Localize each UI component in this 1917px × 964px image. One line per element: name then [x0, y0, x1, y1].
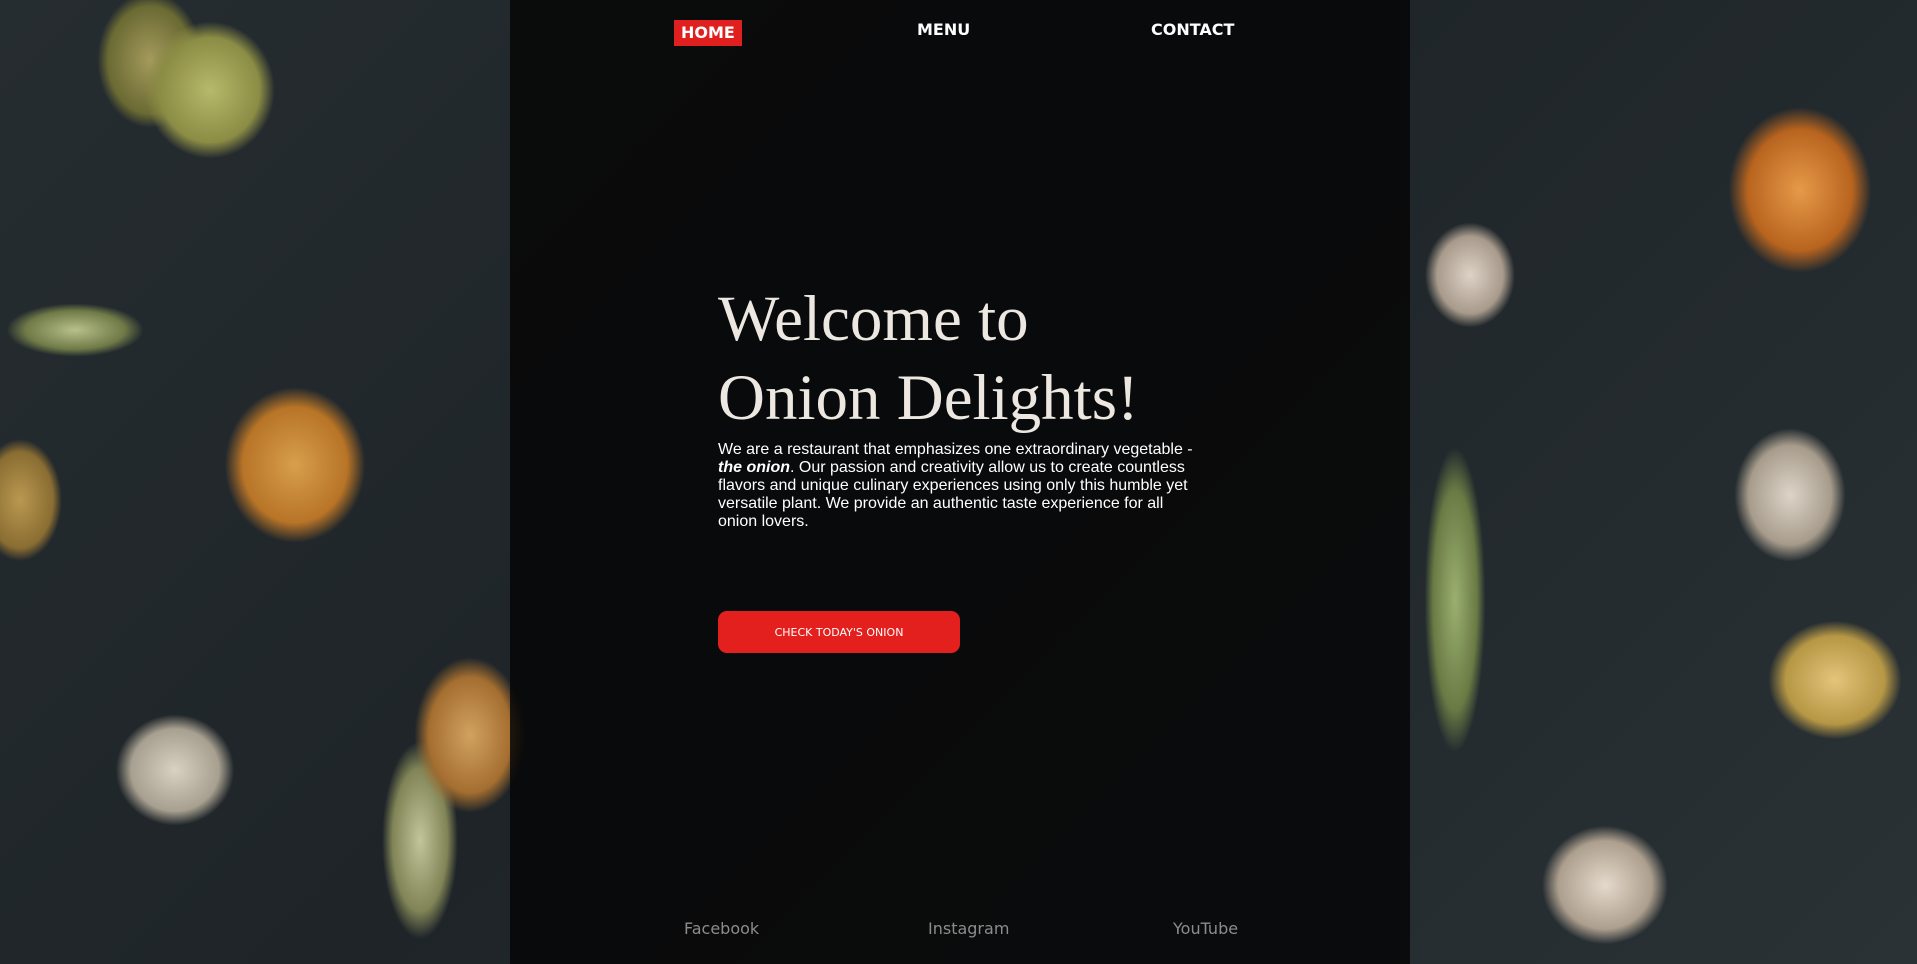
hero-text-emphasis: the onion: [718, 459, 790, 476]
youtube-link[interactable]: YouTube: [1173, 919, 1238, 938]
nav-contact-link[interactable]: CONTACT: [1151, 21, 1234, 39]
instagram-link[interactable]: Instagram: [928, 919, 1009, 938]
check-todays-onion-button[interactable]: CHECK TODAY'S ONION: [718, 611, 960, 653]
facebook-link[interactable]: Facebook: [684, 919, 759, 938]
hero-title: Welcome to Onion Delights!: [718, 280, 1318, 438]
hero-text-intro: We are a restaurant that emphasizes one …: [718, 441, 1193, 458]
nav-home-link[interactable]: HOME: [674, 20, 742, 46]
hero-title-line2: Onion Delights!: [718, 362, 1139, 434]
main-nav: HOME MENU CONTACT: [510, 0, 1410, 70]
nav-menu-link[interactable]: MENU: [917, 21, 970, 39]
hero-description: We are a restaurant that emphasizes one …: [718, 441, 1198, 531]
hero-title-line1: Welcome to: [718, 283, 1029, 355]
